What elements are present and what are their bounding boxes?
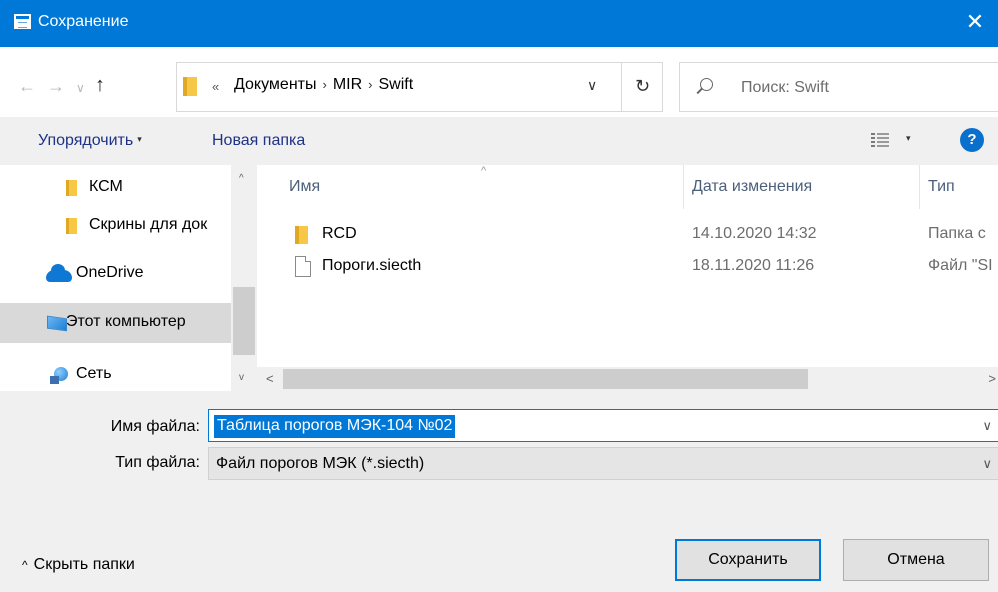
filetype-label: Тип файла: <box>115 454 200 471</box>
filetype-select[interactable]: Файл порогов МЭК (*.siecth) ∨ <box>208 447 998 480</box>
help-icon[interactable]: ? <box>960 128 984 152</box>
tree-item-label: Сеть <box>76 365 112 382</box>
filename-field[interactable]: Таблица порогов МЭК-104 №02 ∨ <box>208 409 998 442</box>
search-placeholder: Поиск: Swift <box>741 79 829 96</box>
folder-icon <box>183 77 197 96</box>
tree-item-onedrive[interactable]: OneDrive <box>0 254 231 292</box>
tree-item-network[interactable]: Сеть <box>0 355 231 393</box>
sort-ascending-icon: ^ <box>481 165 487 177</box>
file-list-horizontal-scrollbar[interactable]: < > <box>257 367 998 391</box>
chevron-up-icon: ^ <box>22 558 28 572</box>
file-name: Пороги.siecth <box>322 257 422 274</box>
tree-item-label: OneDrive <box>76 264 144 281</box>
file-type: Папка с <box>928 225 986 242</box>
computer-icon <box>47 315 67 332</box>
file-list: ^ Имя Дата изменения Тип RCD 14.10.2020 … <box>257 165 998 391</box>
tree-item-label: Скрины для док <box>89 216 208 233</box>
save-button[interactable]: Сохранить <box>675 539 821 581</box>
address-bar[interactable]: « Документы › MIR › Swift ∨ ↻ <box>176 62 663 112</box>
recent-locations-chevron-icon[interactable]: ∨ <box>76 78 85 98</box>
tree-item-ksm[interactable]: КСМ <box>0 168 231 206</box>
tree-vertical-scrollbar[interactable]: ^ v <box>231 165 257 391</box>
breadcrumb-item-documents[interactable]: Документы <box>234 76 316 93</box>
column-header-name[interactable]: Имя <box>289 178 320 196</box>
file-date: 14.10.2020 14:32 <box>692 225 817 242</box>
folder-icon <box>295 226 308 244</box>
organize-label: Упорядочить <box>38 132 134 149</box>
breadcrumb-separator-icon[interactable]: › <box>322 77 326 92</box>
column-header-type[interactable]: Тип <box>919 165 955 209</box>
hide-folders-button[interactable]: ^ Скрыть папки <box>22 556 135 574</box>
new-folder-button[interactable]: Новая папка <box>212 132 305 150</box>
column-header-date[interactable]: Дата изменения <box>682 165 812 209</box>
scrollbar-thumb[interactable] <box>283 369 808 389</box>
address-history-dropdown-icon[interactable]: ∨ <box>587 77 597 94</box>
file-row[interactable]: RCD 14.10.2020 14:32 Папка с <box>257 219 998 249</box>
breadcrumb: Документы › MIR › Swift <box>234 76 413 94</box>
search-icon <box>700 78 713 91</box>
file-type: Файл "SI <box>928 257 993 274</box>
up-arrow-icon[interactable]: ↑ <box>95 75 105 95</box>
filename-dropdown-icon[interactable]: ∨ <box>982 418 992 434</box>
filetype-dropdown-icon[interactable]: ∨ <box>982 456 992 472</box>
breadcrumb-overflow[interactable]: « <box>212 79 219 94</box>
tree-item-screens[interactable]: Скрины для док <box>0 206 231 244</box>
breadcrumb-item-mir[interactable]: MIR <box>333 76 362 93</box>
back-arrow-icon[interactable]: ← <box>18 76 36 96</box>
caret-down-icon: ▾ <box>137 134 142 144</box>
refresh-icon[interactable]: ↻ <box>621 63 663 111</box>
file-row[interactable]: Пороги.siecth 18.11.2020 11:26 Файл "SI <box>257 251 998 281</box>
forward-arrow-icon[interactable]: → <box>47 76 65 96</box>
dialog-title: Сохранение <box>38 13 129 30</box>
file-icon <box>295 256 311 277</box>
title-bar: Сохранение ✕ <box>0 0 998 47</box>
tree-item-label: КСМ <box>89 178 123 195</box>
navigation-bar: ← → ∨ ↑ « Документы › MIR › Swift ∨ ↻ Поиск:… <box>0 47 998 117</box>
breadcrumb-item-swift[interactable]: Swift <box>379 76 414 93</box>
network-icon <box>50 367 70 385</box>
dialog-window-icon <box>14 14 31 29</box>
scrollbar-thumb[interactable] <box>233 287 255 355</box>
view-options-caret-icon[interactable]: ▾ <box>906 133 911 144</box>
tree-item-this-pc[interactable]: Этот компьютер <box>0 303 231 343</box>
file-date: 18.11.2020 11:26 <box>692 257 815 274</box>
scroll-right-icon[interactable]: > <box>988 371 996 386</box>
scroll-left-icon[interactable]: < <box>266 371 274 386</box>
filename-value[interactable]: Таблица порогов МЭК-104 №02 <box>214 415 456 438</box>
folder-icon <box>66 180 77 196</box>
command-bar: Упорядочить ▾ Новая папка ▾ ? <box>0 117 998 165</box>
navigation-pane: КСМ Скрины для док OneDrive Этот компьют… <box>0 165 257 391</box>
file-name: RCD <box>322 225 357 242</box>
close-icon[interactable]: ✕ <box>952 0 998 47</box>
filetype-value: Файл порогов МЭК (*.siecth) <box>216 455 425 472</box>
breadcrumb-separator-icon[interactable]: › <box>368 77 372 92</box>
onedrive-icon <box>46 264 72 282</box>
scroll-up-icon[interactable]: ^ <box>239 173 244 184</box>
hide-folders-label: Скрыть папки <box>33 556 135 573</box>
organize-button[interactable]: Упорядочить ▾ <box>38 132 142 150</box>
view-options-icon[interactable] <box>871 133 889 149</box>
folder-icon <box>66 218 77 234</box>
cancel-button[interactable]: Отмена <box>843 539 989 581</box>
search-input[interactable]: Поиск: Swift <box>679 62 998 112</box>
tree-item-label: Этот компьютер <box>66 313 186 330</box>
filename-label: Имя файла: <box>110 418 200 435</box>
scroll-down-icon[interactable]: v <box>239 372 244 383</box>
